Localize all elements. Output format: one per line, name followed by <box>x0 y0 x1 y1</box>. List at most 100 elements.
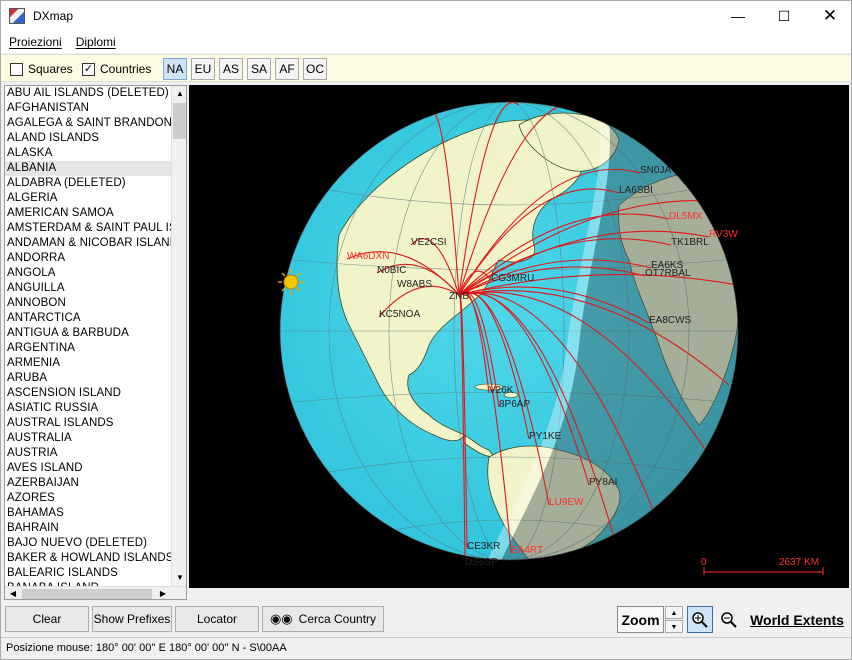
scroll-down-icon[interactable]: ▼ <box>172 570 186 586</box>
country-list-item[interactable]: AZERBAIJAN <box>5 476 171 491</box>
zoom-out-button[interactable] <box>716 606 742 633</box>
continent-sa-button[interactable]: SA <box>247 58 271 80</box>
cerca-country-button[interactable]: ◉◉ Cerca Country <box>262 606 384 632</box>
window-title: DXmap <box>33 9 74 23</box>
continent-af-button[interactable]: AF <box>275 58 299 80</box>
callsign-label: LA6SBI <box>619 185 653 196</box>
continent-na-button[interactable]: NA <box>163 58 187 80</box>
country-list-item[interactable]: BAHAMAS <box>5 506 171 521</box>
callsign-label: TK1BRL <box>671 237 709 248</box>
hscroll-thumb[interactable] <box>22 589 152 599</box>
scale-bar: 0 2637 KM <box>701 557 824 575</box>
zoom-in-button[interactable] <box>687 606 713 633</box>
squares-label: Squares <box>28 62 73 76</box>
country-list-item[interactable]: ASCENSION ISLAND <box>5 386 171 401</box>
zoom-up-icon[interactable]: ▲ <box>665 606 683 619</box>
country-list-item[interactable]: ANDAMAN & NICOBAR ISLANDS <box>5 236 171 251</box>
maximize-button[interactable]: ☐ <box>761 1 807 31</box>
zoom-out-icon <box>721 611 737 628</box>
callsign-label: LU9EW <box>549 497 584 508</box>
callsign-label: ZNB <box>449 291 469 302</box>
callsign-label: SN0JA <box>640 165 671 176</box>
bottom-bar: Clear Show Prefixes Locator ◉◉ Cerca Cou… <box>1 603 851 635</box>
country-list-item[interactable]: ALDABRA (DELETED) <box>5 176 171 191</box>
locator-button[interactable]: Locator <box>175 606 259 632</box>
callsign-label: KC5NOA <box>379 309 420 320</box>
country-list-item[interactable]: ANGUILLA <box>5 281 171 296</box>
world-extents-button[interactable]: World Extents <box>745 606 849 633</box>
scroll-up-icon[interactable]: ▲ <box>172 86 186 102</box>
callsign-label: W8ABS <box>397 279 432 290</box>
squares-checkbox[interactable] <box>10 63 23 76</box>
continent-oc-button[interactable]: OC <box>303 58 327 80</box>
country-list-item[interactable]: BAJO NUEVO (DELETED) <box>5 536 171 551</box>
zoom-label: Zoom <box>617 606 664 633</box>
continent-as-button[interactable]: AS <box>219 58 243 80</box>
toolbar: Squares ✓ Countries NA EU AS SA AF OC <box>1 54 851 82</box>
binoculars-icon: ◉◉ <box>269 611 293 626</box>
country-list-item[interactable]: ALBANIA <box>5 161 171 176</box>
menu-proiezioni[interactable]: Proiezioni <box>9 35 62 49</box>
country-list[interactable]: ABU AIL ISLANDS (DELETED) AFGHANISTAN AGAL… <box>5 86 171 586</box>
country-list-item[interactable]: ANGOLA <box>5 266 171 281</box>
country-list-item[interactable]: BALEARIC ISLANDS <box>5 566 171 581</box>
scroll-left-icon[interactable]: ◀ <box>5 587 21 599</box>
country-list-item[interactable]: AUSTRAL ISLANDS <box>5 416 171 431</box>
country-list-item[interactable]: ABU AIL ISLANDS (DELETED) <box>5 86 171 101</box>
main-window: DXmap — ☐ ✕ Proiezioni Diplomi Squares ✓… <box>0 0 852 660</box>
country-list-item[interactable]: AUSTRIA <box>5 446 171 461</box>
clear-button[interactable]: Clear <box>5 606 89 632</box>
callsign-label: 8P6AP <box>499 399 530 410</box>
callsign-label: PY1KE <box>529 431 562 442</box>
country-list-item[interactable]: AVES ISLAND <box>5 461 171 476</box>
minimize-button[interactable]: — <box>715 1 761 31</box>
callsign-label: PY8AI <box>589 477 617 488</box>
country-list-item[interactable]: ANTARCTICA <box>5 311 171 326</box>
cerca-country-label: Cerca Country <box>298 612 377 626</box>
globe-map[interactable]: WA6DXN VE2CSI N0BIC W8ABS CG3MRU KC5NOA ZNB V26… <box>189 85 849 588</box>
callsign-label: N0BIC <box>377 265 406 276</box>
country-list-item[interactable]: AUSTRALIA <box>5 431 171 446</box>
country-list-item[interactable]: AZORES <box>5 491 171 506</box>
scroll-right-icon[interactable]: ▶ <box>155 587 171 599</box>
country-list-item[interactable]: AMSTERDAM & SAINT PAUL ISL <box>5 221 171 236</box>
countries-checkbox[interactable]: ✓ <box>82 63 95 76</box>
zoom-in-icon <box>692 611 708 628</box>
country-list-item[interactable]: ASIATIC RUSSIA <box>5 401 171 416</box>
country-list-item[interactable]: ARMENIA <box>5 356 171 371</box>
vertical-scrollbar[interactable]: ▲ ▼ <box>171 86 186 586</box>
show-prefixes-button[interactable]: Show Prefixes <box>92 606 172 632</box>
country-list-item[interactable]: BAHRAIN <box>5 521 171 536</box>
country-list-item[interactable]: AFGHANISTAN <box>5 101 171 116</box>
country-list-panel: ABU AIL ISLANDS (DELETED) AFGHANISTAN AGAL… <box>4 85 187 600</box>
map-view[interactable]: WA6DXN VE2CSI N0BIC W8ABS CG3MRU KC5NOA ZNB V26… <box>189 85 849 588</box>
callsign-label: DS6SP <box>465 557 498 568</box>
horizontal-scrollbar[interactable]: ◀ ▶ <box>5 586 186 599</box>
country-list-item[interactable]: ALAND ISLANDS <box>5 131 171 146</box>
callsign-label: DL5MX <box>669 211 703 222</box>
app-icon <box>9 8 25 24</box>
scale-end-label: 2637 KM <box>779 557 819 568</box>
scroll-thumb[interactable] <box>173 103 186 139</box>
country-list-item[interactable]: ANDORRA <box>5 251 171 266</box>
country-list-item[interactable]: AMERICAN SAMOA <box>5 206 171 221</box>
menu-diplomi[interactable]: Diplomi <box>76 35 116 49</box>
title-bar: DXmap — ☐ ✕ <box>1 1 851 31</box>
callsign-label: EA4RT <box>511 545 543 556</box>
country-list-item[interactable]: ANTIGUA & BARBUDA <box>5 326 171 341</box>
country-list-item[interactable]: ALASKA <box>5 146 171 161</box>
zoom-down-icon[interactable]: ▼ <box>665 620 683 633</box>
menu-bar: Proiezioni Diplomi <box>1 31 851 53</box>
callsign-label: RV3W <box>709 229 738 240</box>
continent-eu-button[interactable]: EU <box>191 58 215 80</box>
callsign-label: OT7RBAL <box>645 268 691 279</box>
country-list-item[interactable]: ARUBA <box>5 371 171 386</box>
callsign-label: CE3KR <box>467 541 500 552</box>
country-list-item[interactable]: ALGERIA <box>5 191 171 206</box>
close-button[interactable]: ✕ <box>807 1 852 31</box>
scale-start-label: 0 <box>701 557 707 568</box>
country-list-item[interactable]: ARGENTINA <box>5 341 171 356</box>
country-list-item[interactable]: AGALEGA & SAINT BRANDON IS <box>5 116 171 131</box>
country-list-item[interactable]: BAKER & HOWLAND ISLANDS <box>5 551 171 566</box>
country-list-item[interactable]: ANNOBON <box>5 296 171 311</box>
